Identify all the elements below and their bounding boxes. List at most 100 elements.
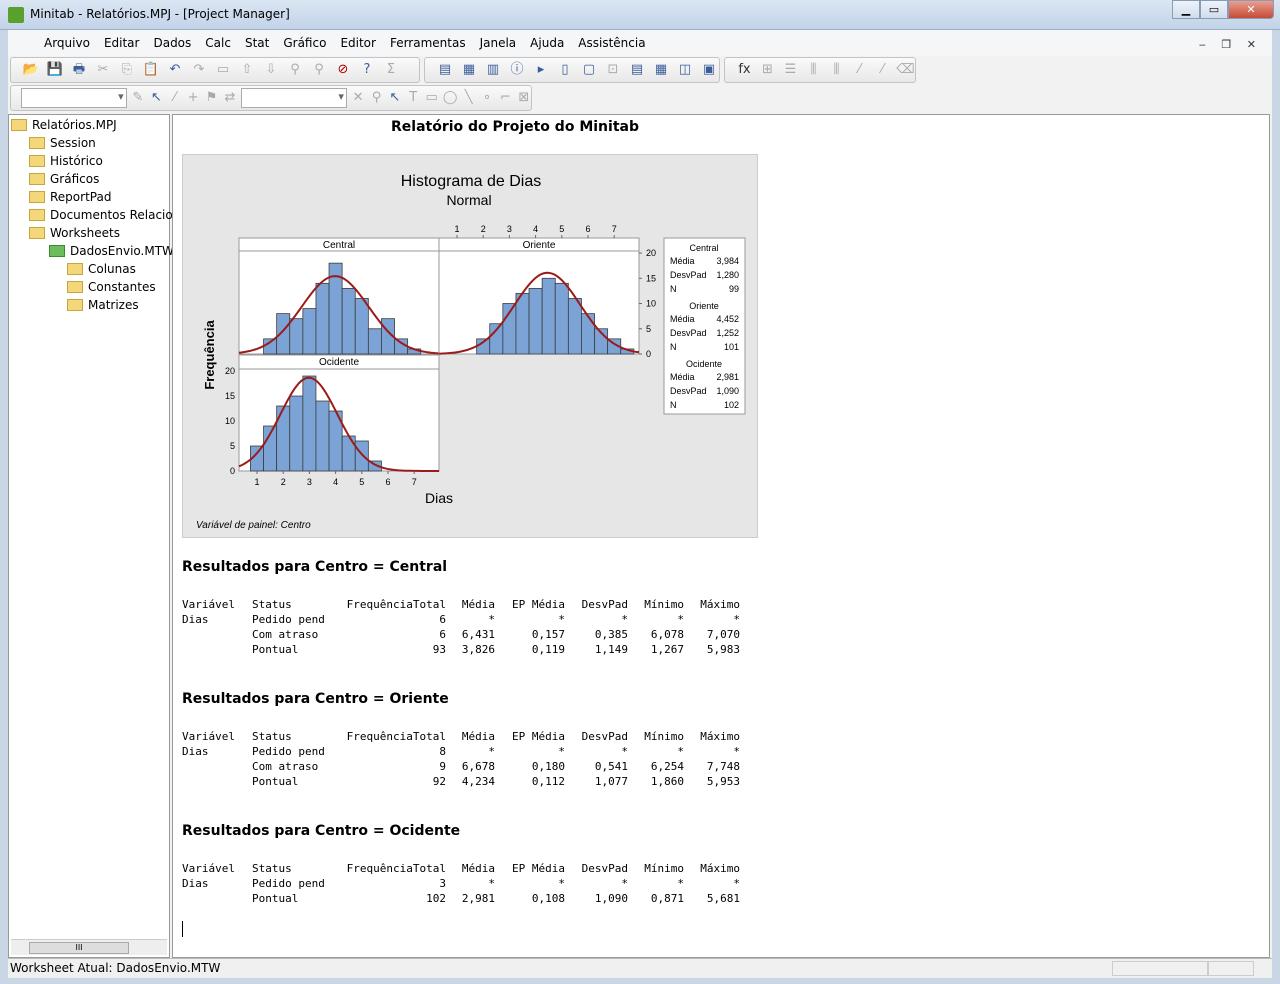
print-icon[interactable]: 🖶 [69,60,89,80]
cut-icon[interactable]: ✂ [93,60,113,80]
menu-1[interactable]: Editar [104,36,140,50]
polygon-tool-icon[interactable]: ⊠ [517,88,531,108]
project-manager-icon[interactable]: ◫ [675,60,695,80]
brush-icon[interactable]: ⁄ [168,88,182,108]
insert-rows-icon[interactable]: ☰ [781,60,800,80]
menu-5[interactable]: Gráfico [283,36,326,50]
reportpad-icon[interactable]: ▯ [555,60,575,80]
menu-6[interactable]: Editor [340,36,376,50]
marker-tool-icon[interactable]: ∘ [480,88,494,108]
close-all-icon[interactable]: ▣ [699,60,719,80]
window-icon[interactable]: ▭ [213,60,233,80]
graphs-icon[interactable]: ▥ [483,60,503,80]
table-cell: 92 [432,775,446,788]
histogram-bar [541,277,556,355]
tree-item[interactable]: Gráficos [29,170,99,188]
menu-9[interactable]: Ajuda [530,36,564,50]
histogram-bar [289,395,304,472]
swap-icon[interactable]: ⇄ [223,88,237,108]
line-tool-icon[interactable]: ╲ [461,88,475,108]
table-cell: 0,108 [531,892,565,905]
maximize-button[interactable]: ▭ [1200,0,1228,19]
eraser-icon[interactable]: ⌫ [896,60,915,80]
horizontal-scrollbar[interactable]: III [11,939,167,955]
graph-select[interactable] [241,88,347,108]
cancel-icon[interactable]: ⊘ [333,60,353,80]
mdi-window-controls[interactable]: ‒ ❐ ✕ [1199,38,1262,51]
find-icon[interactable]: ⚲ [285,60,305,80]
histogram-chart[interactable]: Histograma de Dias Normal Dias Frequência Va… [182,154,758,538]
ellipse-tool-icon[interactable]: ◯ [443,88,458,108]
paste-icon[interactable]: 📋 [141,60,161,80]
tree-item[interactable]: Documentos Relacion [29,206,180,224]
folder-icon [67,299,83,311]
delete-icon[interactable]: ✕ [351,88,365,108]
new-document-icon[interactable]: ▢ [579,60,599,80]
undo-icon[interactable]: ↶ [165,60,185,80]
redo-icon[interactable]: ↷ [189,60,209,80]
copy-icon[interactable]: ⎘ [117,60,137,80]
x-tick-label: 4 [333,477,338,487]
save-icon[interactable]: 💾 [45,60,65,80]
column-header: Média [461,862,495,875]
brush-down-icon[interactable]: ⁄ [873,60,892,80]
grid-icon[interactable]: ▦ [651,60,671,80]
menu-8[interactable]: Janela [480,36,517,50]
crosshair-icon[interactable]: + [186,88,200,108]
insert-columns-icon[interactable]: ⫼ [804,60,823,80]
panel-ocidente: Ocidente 1 2 3 4 5 6 7 0 5 10 15 20 [225,354,440,487]
related-docs-icon[interactable]: ⊡ [603,60,623,80]
legend-group-title: Ocidente [686,359,722,369]
info-icon[interactable]: ⓘ [507,60,527,80]
text-tool-icon[interactable]: T [406,88,420,108]
menu-bar: Arquivo Editar Dados Calc Stat Gráfico Editor F… [8,30,1272,56]
menu-3[interactable]: Calc [205,36,231,50]
tree-worksheet[interactable]: DadosEnvio.MTW [49,242,174,260]
rectangle-tool-icon[interactable]: ▭ [424,88,438,108]
arrow-down-icon[interactable]: ⇩ [261,60,281,80]
select-icon[interactable]: ↖ [149,88,163,108]
help-icon[interactable]: ? [357,60,377,80]
legend-stat-value: 101 [724,342,739,352]
pointer-icon[interactable]: ↖ [388,88,402,108]
zoom-icon[interactable]: ⚲ [369,88,383,108]
tree-item[interactable]: Matrizes [67,296,139,314]
graph-element-select[interactable] [21,88,127,108]
menu-4[interactable]: Stat [245,36,269,50]
polyline-tool-icon[interactable]: ⌐ [498,88,512,108]
menu-2[interactable]: Dados [153,36,191,50]
open-icon[interactable]: 📂 [21,60,41,80]
menu-10[interactable]: Assistência [578,36,645,50]
function-icon[interactable]: fx [735,60,754,80]
table-cell: Dias [182,613,209,626]
history-icon[interactable]: ▸ [531,60,551,80]
table-cell: * [488,745,495,758]
column-header: Máximo [700,598,740,611]
arrow-up-icon[interactable]: ⇧ [237,60,257,80]
tree-item[interactable]: ReportPad [29,188,111,206]
worksheets-icon[interactable]: ▦ [459,60,479,80]
table-cell: 3,826 [461,643,495,656]
flag-icon[interactable]: ⚑ [204,88,218,108]
tree-item[interactable]: Session [29,134,96,152]
replace-icon[interactable]: ⚲ [309,60,329,80]
minimize-button[interactable]: ▁ [1172,0,1200,19]
status-bar: Worksheet Atual: DadosEnvio.MTW [8,958,1272,978]
close-button[interactable]: ✕ [1228,0,1274,19]
brush-up-icon[interactable]: ⁄ [850,60,869,80]
sigma-icon[interactable]: Σ [381,60,401,80]
table-cell: * [733,613,740,626]
move-columns-icon[interactable]: ⫼ [827,60,846,80]
insert-cells-icon[interactable]: ⊞ [758,60,777,80]
menu-7[interactable]: Ferramentas [390,36,466,50]
menu-0[interactable]: Arquivo [44,36,90,50]
tree-item[interactable]: Constantes [67,278,156,296]
column-header: FrequênciaTotal [346,730,446,743]
edit-attributes-icon[interactable]: ✎ [131,88,145,108]
session-icon[interactable]: ▤ [435,60,455,80]
tree-item[interactable]: Histórico [29,152,103,170]
tree-item[interactable]: Worksheets [29,224,120,242]
tree-root[interactable]: Relatórios.MPJ [11,116,117,134]
manager-icon[interactable]: ▤ [627,60,647,80]
tree-item[interactable]: Colunas [67,260,136,278]
